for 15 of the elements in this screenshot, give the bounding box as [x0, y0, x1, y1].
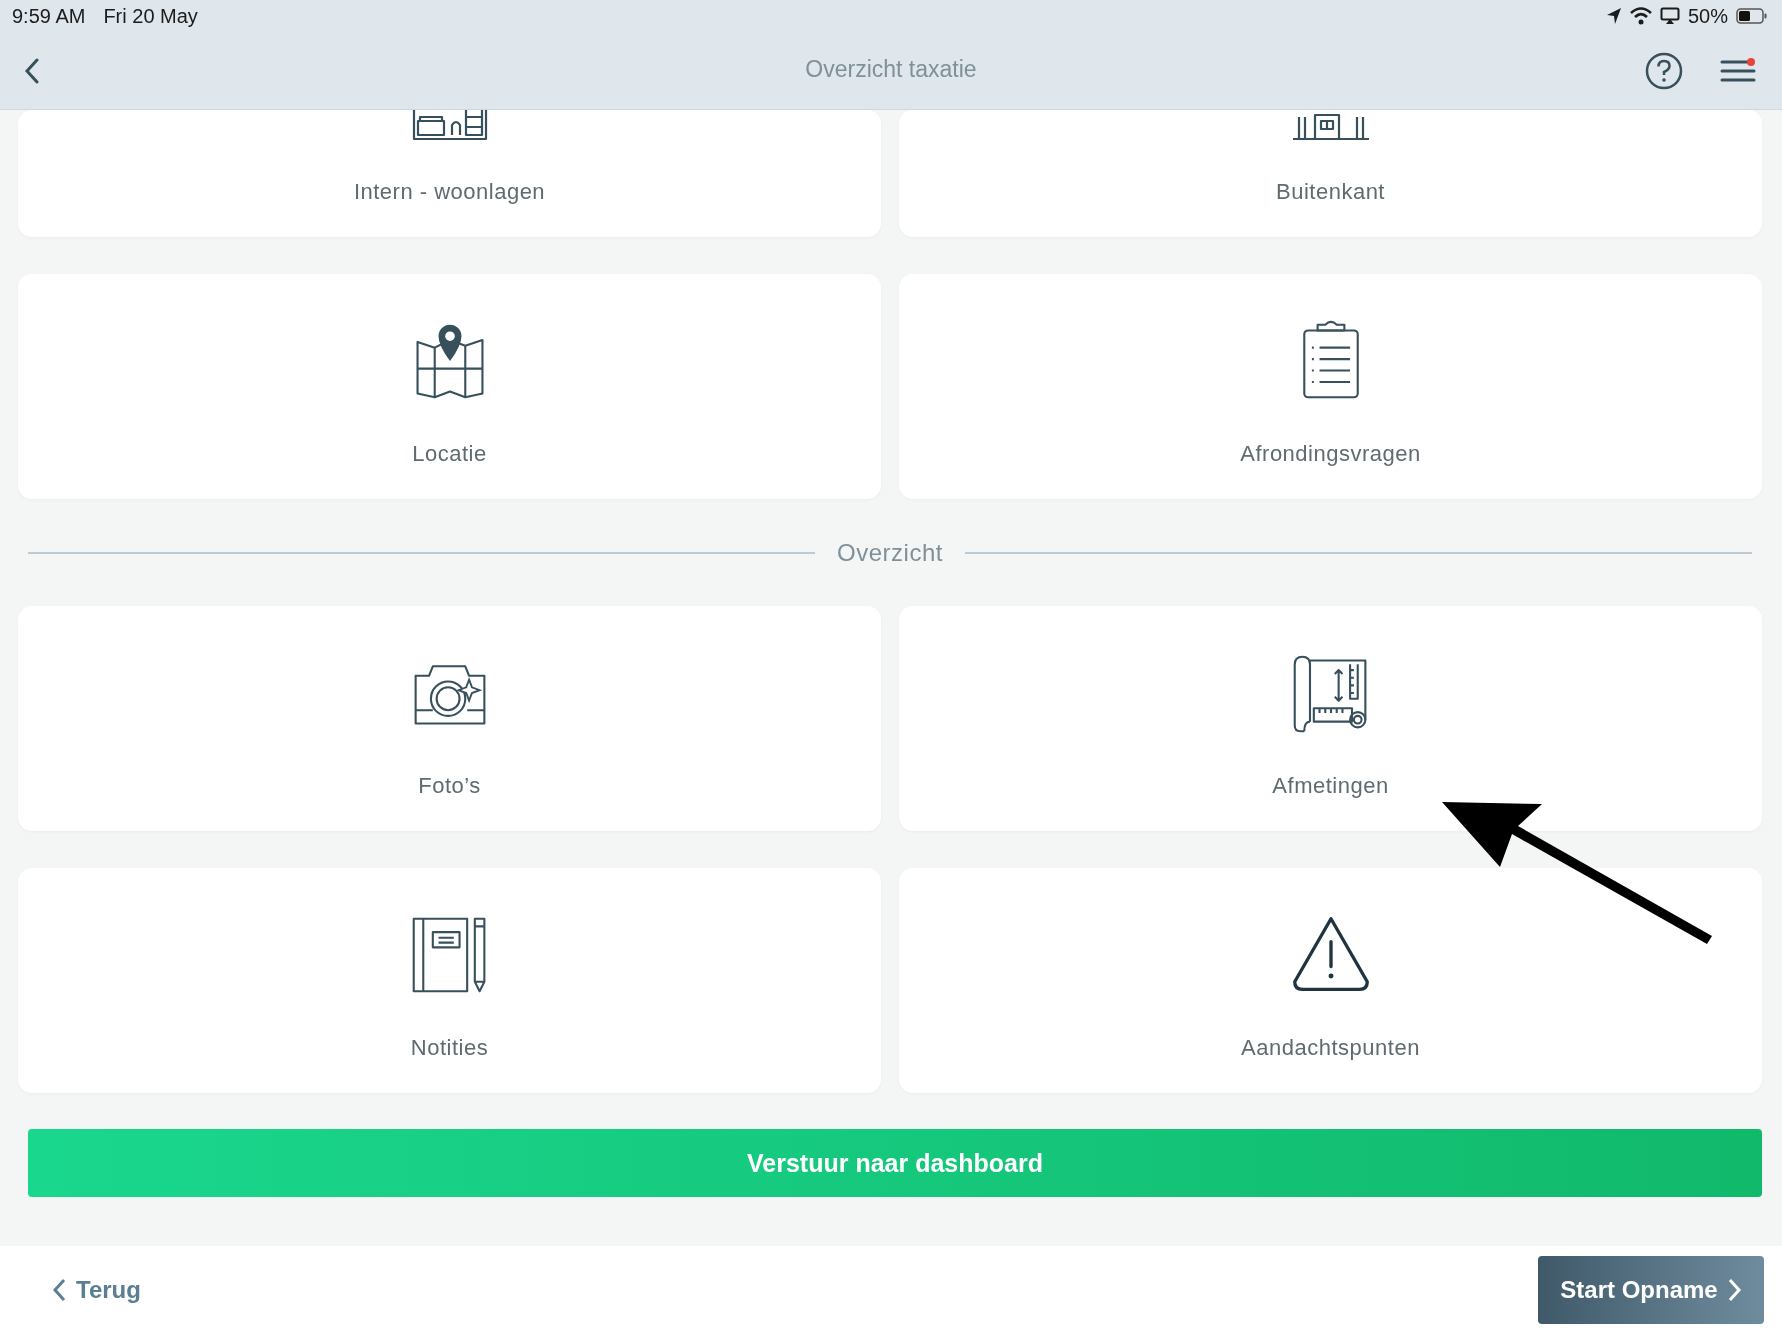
- menu-tile[interactable]: Buitenkant: [899, 110, 1762, 237]
- menu-tile[interactable]: Foto’s: [18, 606, 881, 831]
- menu-tile[interactable]: Notities: [18, 868, 881, 1093]
- menu-tile[interactable]: Afrondingsvragen: [899, 274, 1762, 499]
- menu-tile[interactable]: Intern - woonlagen: [18, 110, 881, 237]
- page-title: Overzicht taxatie: [805, 56, 977, 83]
- menu-tile[interactable]: Locatie: [18, 274, 881, 499]
- menu-tile[interactable]: Aandachtspunten: [899, 868, 1762, 1093]
- back-link[interactable]: Terug: [52, 1275, 141, 1304]
- menu-tile[interactable]: Afmetingen: [899, 606, 1762, 831]
- section-heading: Overzicht: [837, 538, 943, 567]
- status-time: 9:59 AM: [12, 4, 86, 28]
- battery-percentage: 50%: [1687, 4, 1728, 28]
- start-button[interactable]: Start Opname: [1538, 1255, 1764, 1324]
- status-date: Fri 20 May: [103, 4, 198, 28]
